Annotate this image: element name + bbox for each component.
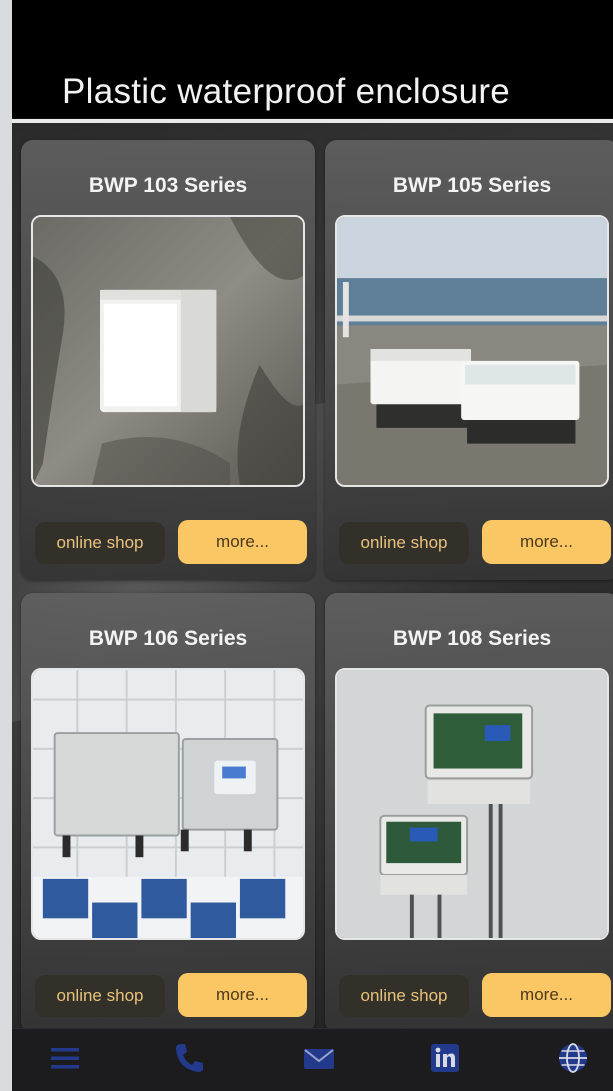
card-title: BWP 106 Series [88, 627, 248, 650]
product-image-tiled-wall-boxes[interactable] [31, 668, 305, 940]
more-button[interactable]: more... [482, 973, 611, 1017]
more-button[interactable]: more... [178, 520, 307, 564]
product-card-bwp108: BWP 108 Series online shop more... [325, 593, 613, 1033]
linkedin-icon[interactable] [428, 1041, 462, 1075]
product-card-bwp105: BWP 105 Series online shop more... [325, 140, 613, 580]
menu-icon[interactable] [48, 1041, 82, 1075]
page-header: Plastic waterproof enclosure [12, 0, 613, 118]
card-title: BWP 108 Series [392, 627, 552, 650]
page-title: Plastic waterproof enclosure [62, 72, 511, 111]
more-button[interactable]: more... [482, 520, 611, 564]
product-image-rooftop-boxes[interactable] [335, 215, 609, 487]
online-shop-button[interactable]: online shop [339, 975, 469, 1017]
app-screen: Plastic waterproof enclosure BWP 103 Ser… [12, 0, 613, 1091]
online-shop-button[interactable]: online shop [35, 522, 165, 564]
bottom-navigation [12, 1028, 613, 1091]
product-card-bwp103: BWP 103 Series online shop more... [21, 140, 315, 580]
globe-icon[interactable] [556, 1041, 590, 1075]
header-divider [12, 119, 613, 123]
mail-icon[interactable] [302, 1041, 336, 1075]
product-image-pcb-enclosures[interactable] [335, 668, 609, 940]
product-card-bwp106: BWP 106 Series online shop more... [21, 593, 315, 1033]
more-button[interactable]: more... [178, 973, 307, 1017]
phone-icon[interactable] [172, 1041, 206, 1075]
card-title: BWP 105 Series [392, 174, 552, 197]
card-title: BWP 103 Series [88, 174, 248, 197]
online-shop-button[interactable]: online shop [339, 522, 469, 564]
product-image-wall-mounted-box[interactable] [31, 215, 305, 487]
online-shop-button[interactable]: online shop [35, 975, 165, 1017]
